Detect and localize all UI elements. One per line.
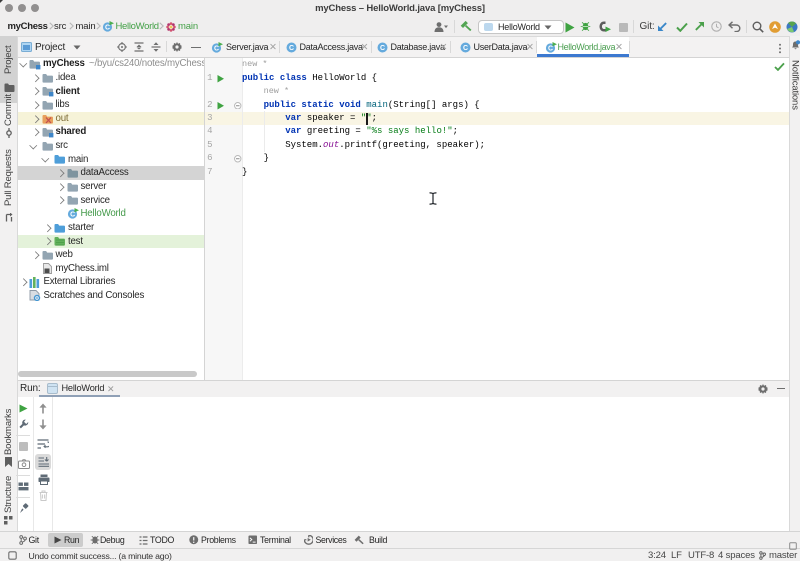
svg-text:C: C	[105, 25, 110, 32]
svg-text:C: C	[548, 46, 553, 53]
svg-text:C: C	[214, 46, 219, 53]
svg-text:C: C	[379, 45, 384, 52]
svg-text:C: C	[288, 45, 293, 52]
svg-text:C: C	[462, 45, 467, 52]
svg-text:C: C	[70, 212, 75, 219]
